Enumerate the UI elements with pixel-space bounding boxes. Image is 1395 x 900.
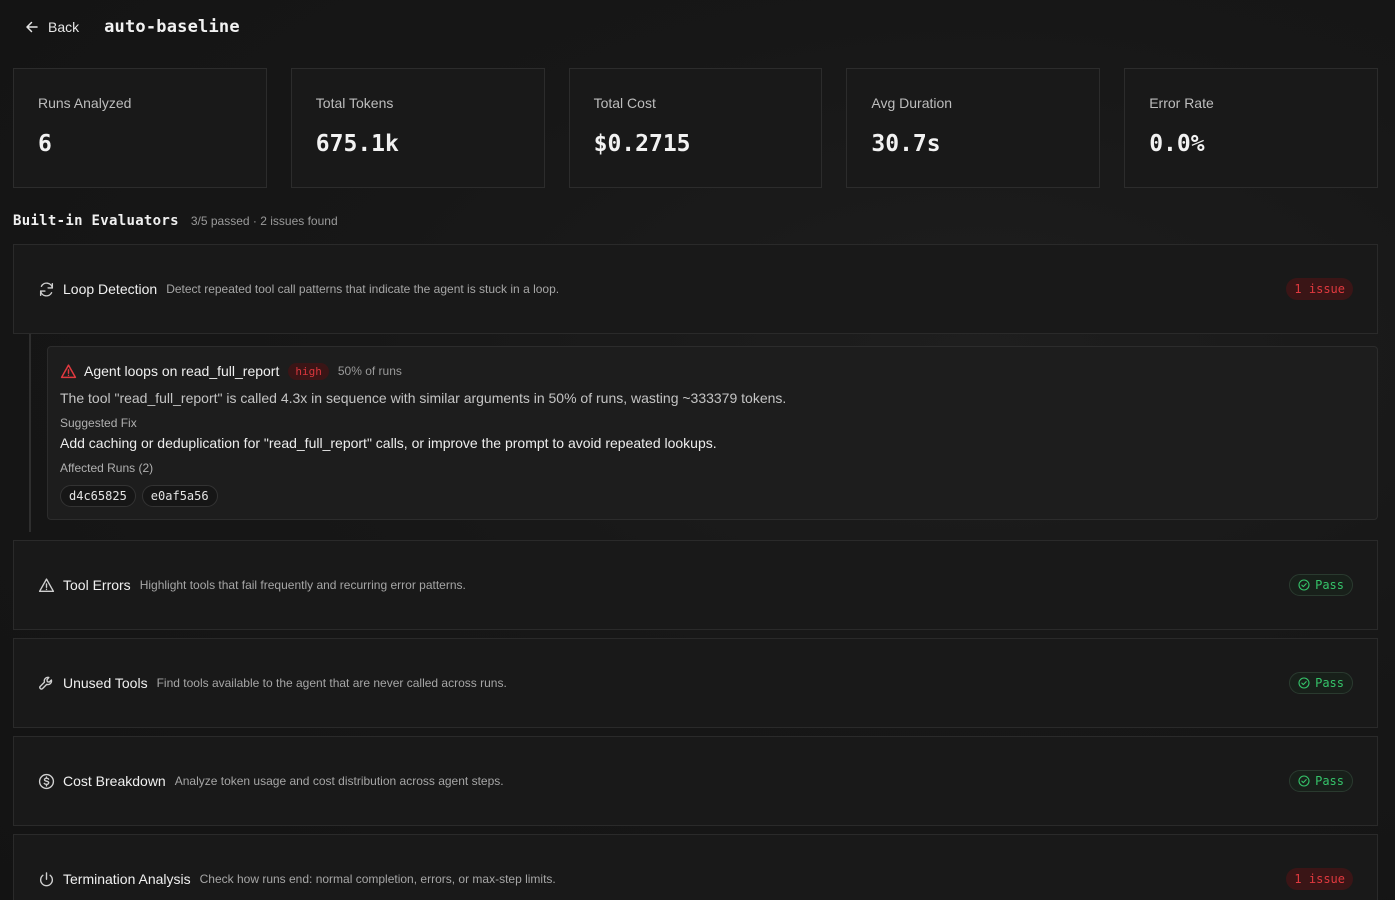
- refresh-icon: [39, 282, 54, 296]
- stat-label: Runs Analyzed: [38, 95, 132, 111]
- stat-label: Total Cost: [593, 95, 656, 111]
- wrench-icon: [39, 676, 53, 690]
- evaluator-description: Find tools available to the agent that a…: [156, 676, 507, 690]
- finding-card: Agent loops on read_full_report high 50%…: [47, 346, 1378, 520]
- run-chip[interactable]: d4c65825: [60, 485, 136, 507]
- status-label: Pass: [1315, 676, 1344, 690]
- evaluator-name: Loop Detection: [63, 281, 158, 297]
- evaluator-name: Termination Analysis: [63, 871, 191, 887]
- status-label: Pass: [1315, 578, 1344, 592]
- page-title: auto-baseline: [104, 17, 240, 37]
- status-badge: 1 issue: [1286, 278, 1353, 300]
- status-badge: Pass: [1289, 574, 1353, 596]
- affected-runs-list: d4c65825 e0af5a56: [60, 485, 1365, 507]
- alert-triangle-icon: [60, 363, 77, 378]
- stat-value: 675.1k: [315, 131, 399, 157]
- stat-label: Avg Duration: [871, 95, 953, 111]
- status-label: 1 issue: [1294, 872, 1345, 886]
- status-badge: Pass: [1289, 672, 1353, 694]
- top-bar: Back auto-baseline: [24, 14, 240, 40]
- stats-row: Runs Analyzed 6 Total Tokens 675.1k Tota…: [13, 68, 1378, 188]
- stat-label: Error Rate: [1149, 95, 1214, 111]
- evaluator-description: Check how runs end: normal completion, e…: [199, 872, 556, 886]
- status-badge: 1 issue: [1286, 868, 1353, 890]
- suggested-fix-text: Add caching or deduplication for "read_f…: [60, 435, 717, 451]
- section-header: Built-in Evaluators 3/5 passed · 2 issue…: [13, 213, 338, 231]
- finding-percent: 50% of runs: [337, 364, 402, 378]
- evaluator-description: Highlight tools that fail frequently and…: [139, 578, 466, 592]
- evaluator-description: Analyze token usage and cost distributio…: [174, 774, 504, 788]
- stat-value: 0.0%: [1149, 131, 1205, 157]
- stat-card-duration: Avg Duration 30.7s: [846, 68, 1101, 188]
- section-summary: 3/5 passed · 2 issues found: [190, 214, 338, 228]
- status-label: Pass: [1315, 774, 1344, 788]
- evaluator-termination-analysis[interactable]: Termination Analysis Check how runs end:…: [13, 834, 1378, 900]
- evaluator-tool-errors[interactable]: Tool Errors Highlight tools that fail fr…: [13, 540, 1378, 630]
- power-icon: [39, 871, 54, 886]
- evaluator-description: Detect repeated tool call patterns that …: [166, 282, 560, 296]
- warning-icon: [38, 577, 55, 592]
- run-chip[interactable]: e0af5a56: [141, 485, 218, 507]
- evaluator-name: Tool Errors: [63, 577, 131, 593]
- check-circle-icon: [1298, 677, 1310, 689]
- stat-card-runs: Runs Analyzed 6: [13, 68, 267, 188]
- affected-runs-label: Affected Runs (2): [60, 461, 154, 475]
- back-label: Back: [48, 19, 80, 35]
- section-title: Built-in Evaluators: [13, 213, 179, 229]
- findings-panel: Agent loops on read_full_report high 50%…: [29, 334, 1378, 532]
- finding-title: Agent loops on read_full_report: [84, 363, 280, 379]
- stat-label: Total Tokens: [315, 95, 394, 111]
- check-circle-icon: [1298, 579, 1310, 591]
- status-label: 1 issue: [1294, 282, 1345, 296]
- stat-value: 6: [38, 131, 52, 157]
- back-button[interactable]: Back: [24, 19, 79, 35]
- severity-badge: high: [288, 362, 329, 380]
- status-badge: Pass: [1289, 770, 1353, 792]
- finding-description: The tool "read_full_report" is called 4.…: [60, 390, 787, 406]
- stat-card-tokens: Total Tokens 675.1k: [290, 68, 545, 188]
- check-circle-icon: [1298, 775, 1310, 787]
- stat-value: $0.2715: [593, 131, 691, 157]
- evaluator-unused-tools[interactable]: Unused Tools Find tools available to the…: [13, 638, 1378, 728]
- stat-card-error-rate: Error Rate 0.0%: [1124, 68, 1378, 188]
- evaluator-cost-breakdown[interactable]: Cost Breakdown Analyze token usage and c…: [13, 736, 1378, 826]
- arrow-left-icon: [26, 21, 38, 33]
- evaluator-name: Cost Breakdown: [63, 773, 166, 789]
- evaluator-name: Unused Tools: [63, 675, 148, 691]
- stat-card-cost: Total Cost $0.2715: [568, 68, 823, 188]
- evaluator-loop-detection[interactable]: Loop Detection Detect repeated tool call…: [13, 244, 1378, 334]
- suggested-fix-label: Suggested Fix: [60, 416, 137, 430]
- stat-value: 30.7s: [871, 131, 941, 157]
- dollar-circle-icon: [38, 773, 55, 789]
